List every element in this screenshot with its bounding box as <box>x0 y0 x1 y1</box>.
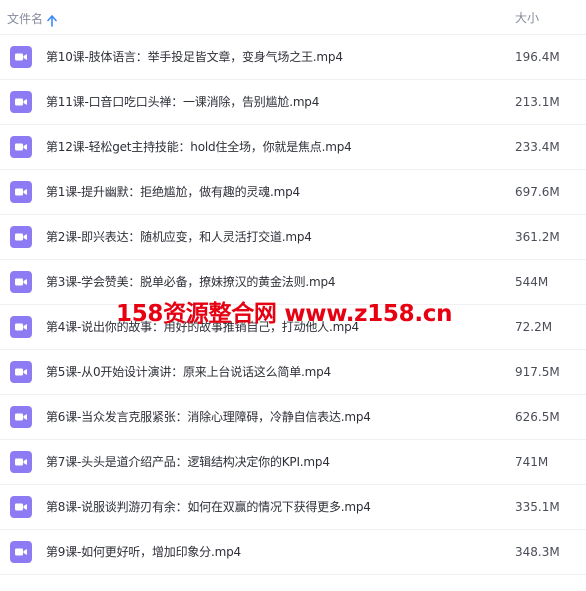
file-name[interactable]: 第10课-肢体语言：举手投足皆文章，变身气场之王.mp4 <box>46 35 343 80</box>
video-file-icon <box>10 541 32 563</box>
file-row[interactable]: 第12课-轻松get主持技能：hold住全场，你就是焦点.mp4 233.4M <box>0 125 586 170</box>
file-row[interactable]: 第1课-提升幽默：拒绝尴尬，做有趣的灵魂.mp4 697.6M <box>0 170 586 215</box>
file-size: 72.2M <box>515 320 553 334</box>
video-file-icon <box>10 496 32 518</box>
video-file-icon <box>10 271 32 293</box>
file-row[interactable]: 第11课-口音口吃口头禅：一课消除，告别尴尬.mp4 213.1M <box>0 80 586 125</box>
video-file-icon <box>10 91 32 113</box>
file-row[interactable]: 第10课-肢体语言：举手投足皆文章，变身气场之王.mp4 196.4M <box>0 35 586 80</box>
file-row[interactable]: 第7课-头头是道介绍产品：逻辑结构决定你的KPI.mp4 741M <box>0 440 586 485</box>
file-size: 335.1M <box>515 500 560 514</box>
video-file-icon <box>10 316 32 338</box>
file-row[interactable]: 第9课-如何更好听，增加印象分.mp4 348.3M <box>0 530 586 575</box>
file-list: 第10课-肢体语言：举手投足皆文章，变身气场之王.mp4 196.4M 第11课-口… <box>0 35 586 575</box>
file-row[interactable]: 第5课-从0开始设计演讲：原来上台说话这么简单.mp4 917.5M <box>0 350 586 395</box>
file-name[interactable]: 第8课-说服谈判游刃有余：如何在双赢的情况下获得更多.mp4 <box>46 485 371 530</box>
video-file-icon <box>10 226 32 248</box>
file-name[interactable]: 第9课-如何更好听，增加印象分.mp4 <box>46 530 241 575</box>
file-row[interactable]: 第2课-即兴表达：随机应变，和人灵活打交道.mp4 361.2M <box>0 215 586 260</box>
file-browser: 文件名 大小 第10课-肢体语言：举手投足皆文章，变身气场之王.mp4 196.4… <box>0 0 586 591</box>
file-size: 213.1M <box>515 95 560 109</box>
file-size: 348.3M <box>515 545 560 559</box>
file-name[interactable]: 第1课-提升幽默：拒绝尴尬，做有趣的灵魂.mp4 <box>46 170 300 215</box>
file-size: 697.6M <box>515 185 560 199</box>
video-file-icon <box>10 181 32 203</box>
file-size: 741M <box>515 455 549 469</box>
video-file-icon <box>10 136 32 158</box>
file-size: 233.4M <box>515 140 560 154</box>
video-file-icon <box>10 46 32 68</box>
file-name[interactable]: 第7课-头头是道介绍产品：逻辑结构决定你的KPI.mp4 <box>46 440 330 485</box>
file-row[interactable]: 第4课-说出你的故事：用好的故事推销自己，打动他人.mp4 72.2M <box>0 305 586 350</box>
video-file-icon <box>10 361 32 383</box>
file-name[interactable]: 第11课-口音口吃口头禅：一课消除，告别尴尬.mp4 <box>46 80 319 125</box>
file-row[interactable]: 第6课-当众发言克服紧张：消除心理障碍，冷静自信表达.mp4 626.5M <box>0 395 586 440</box>
file-name[interactable]: 第2课-即兴表达：随机应变，和人灵活打交道.mp4 <box>46 215 312 260</box>
file-size: 361.2M <box>515 230 560 244</box>
file-list-header: 文件名 大小 <box>0 0 586 35</box>
video-file-icon <box>10 406 32 428</box>
file-size: 544M <box>515 275 549 289</box>
file-size: 626.5M <box>515 410 560 424</box>
file-size: 917.5M <box>515 365 560 379</box>
sort-by-name-button[interactable]: 文件名 <box>7 9 57 27</box>
file-row[interactable]: 第8课-说服谈判游刃有余：如何在双赢的情况下获得更多.mp4 335.1M <box>0 485 586 530</box>
video-file-icon <box>10 451 32 473</box>
file-name[interactable]: 第5课-从0开始设计演讲：原来上台说话这么简单.mp4 <box>46 350 331 395</box>
size-column-label[interactable]: 大小 <box>515 9 539 27</box>
file-name[interactable]: 第6课-当众发言克服紧张：消除心理障碍，冷静自信表达.mp4 <box>46 395 371 440</box>
file-row[interactable]: 第3课-学会赞美：脱单必备，撩妹撩汉的黄金法则.mp4 544M <box>0 260 586 305</box>
file-name[interactable]: 第4课-说出你的故事：用好的故事推销自己，打动他人.mp4 <box>46 305 359 350</box>
sort-ascending-icon <box>47 12 57 27</box>
name-column-label: 文件名 <box>7 11 44 26</box>
file-size: 196.4M <box>515 50 560 64</box>
file-name[interactable]: 第3课-学会赞美：脱单必备，撩妹撩汉的黄金法则.mp4 <box>46 260 336 305</box>
file-name[interactable]: 第12课-轻松get主持技能：hold住全场，你就是焦点.mp4 <box>46 125 352 170</box>
